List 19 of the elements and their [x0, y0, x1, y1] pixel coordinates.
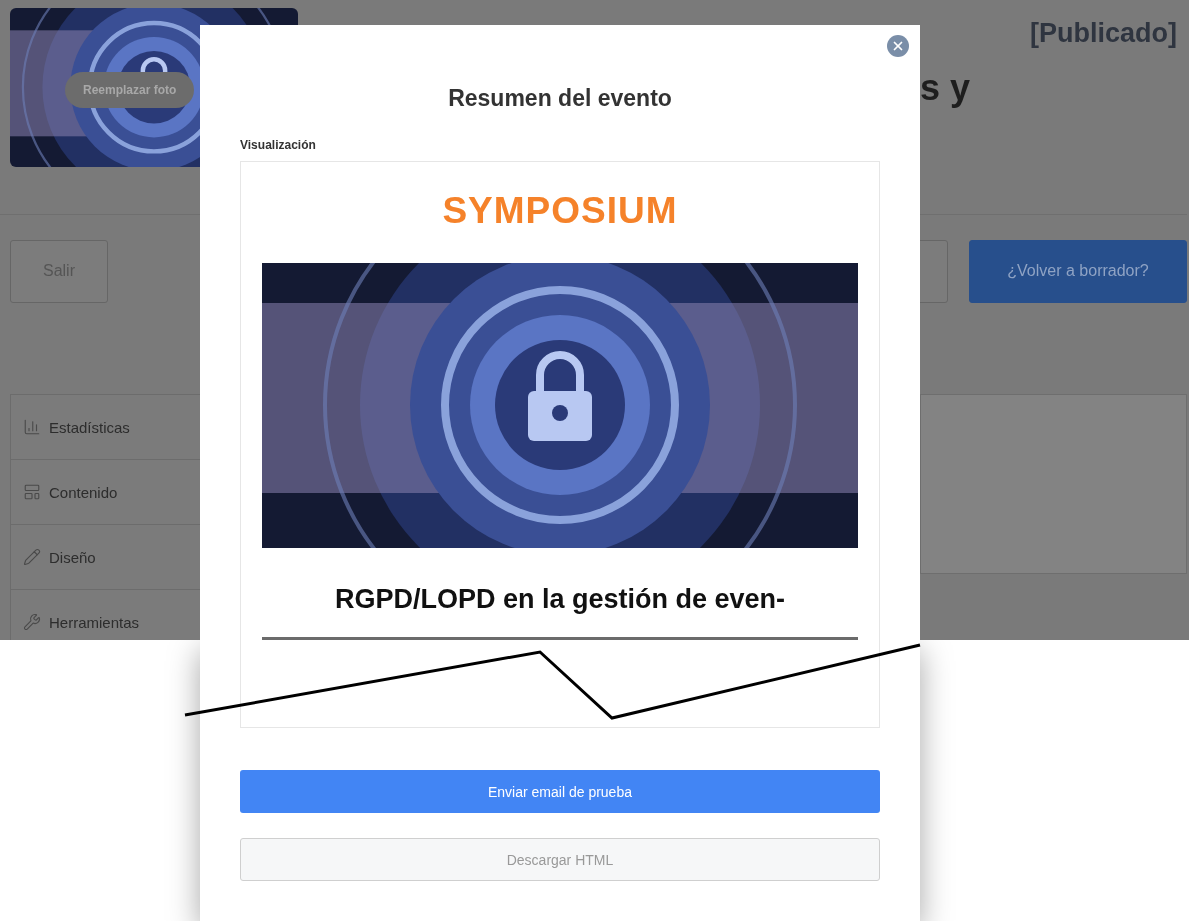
preview-heading: RGPD/LOPD en la gestión de even- — [333, 584, 787, 615]
modal-title: Resumen del evento — [447, 85, 673, 112]
bar-chart-icon — [23, 418, 41, 436]
menu-item[interactable]: Estadísticas — [49, 418, 130, 436]
status-label: [Publicado] — [1030, 18, 1177, 49]
event-title: s y — [920, 67, 971, 109]
send-test-button[interactable]: Enviar email de prueba — [240, 770, 880, 813]
menu-item[interactable]: Herramientas — [49, 613, 140, 631]
close-icon[interactable] — [887, 35, 909, 57]
section-label: Visualización — [240, 138, 317, 152]
logo: SYMPOSIUM — [442, 190, 678, 233]
pencil-icon — [23, 548, 41, 566]
menu-item[interactable]: Contenido — [49, 483, 118, 501]
menu-item[interactable]: Diseño — [49, 548, 96, 566]
page-button[interactable]: ¿Volver a borrador? — [969, 239, 1187, 303]
download-button[interactable]: Descargar HTML — [240, 838, 880, 881]
wrench-icon — [23, 613, 41, 631]
layout-icon — [23, 483, 41, 501]
replace-photo-button[interactable]: Reemplazar foto — [65, 72, 195, 108]
